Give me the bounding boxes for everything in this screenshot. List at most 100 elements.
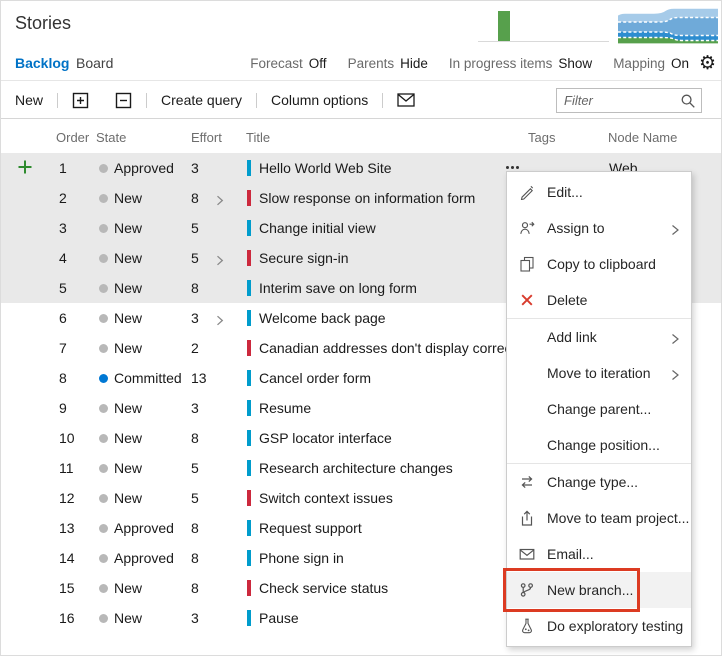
filter-input[interactable] (564, 89, 676, 112)
state-dot (99, 554, 108, 563)
cell-title[interactable]: Slow response on information form (259, 190, 475, 206)
bug-type-bar (247, 190, 251, 206)
cell-state: New (114, 460, 143, 476)
cell-title[interactable]: Request support (259, 520, 362, 536)
cell-title[interactable]: GSP locator interface (259, 430, 392, 446)
cell-state: New (114, 220, 143, 236)
state-dot (99, 584, 108, 593)
toggle-parents[interactable]: Parents Hide (348, 56, 428, 71)
column-header-title[interactable]: Title (246, 130, 270, 145)
cell-state: New (114, 400, 143, 416)
cell-title[interactable]: Interim save on long form (259, 280, 417, 296)
cell-effort: 3 (191, 400, 199, 416)
toggle-in-progress-items[interactable]: In progress items Show (449, 56, 592, 71)
column-header-state[interactable]: State (96, 130, 126, 145)
cell-state: New (114, 610, 143, 626)
expand-chevron-icon[interactable] (216, 193, 224, 209)
menu-item-delete[interactable]: Delete (507, 282, 691, 318)
search-icon[interactable] (680, 93, 696, 114)
column-header-node-name[interactable]: Node Name (608, 130, 677, 145)
cell-title[interactable]: Secure sign-in (259, 250, 349, 266)
toggle-mapping[interactable]: Mapping On (613, 56, 689, 71)
new-button[interactable]: New (15, 92, 43, 108)
cell-title[interactable]: Switch context issues (259, 490, 393, 506)
create-query-button[interactable]: Create query (161, 92, 242, 108)
email-query-icon[interactable] (397, 93, 415, 107)
bug-type-bar (247, 340, 251, 356)
menu-item-add-link[interactable]: Add link (507, 319, 691, 355)
expand-all-icon[interactable] (72, 92, 89, 109)
velocity-chart-thumbnail[interactable] (478, 8, 609, 42)
menu-item-copy-to-clipboard[interactable]: Copy to clipboard (507, 246, 691, 282)
toggle-forecast[interactable]: Forecast Off (250, 56, 326, 71)
menu-item-move-to-iteration[interactable]: Move to iteration (507, 355, 691, 391)
menu-item-email[interactable]: Email... (507, 536, 691, 572)
table-header: Order State Effort Title Tags Node Name (1, 121, 721, 153)
tab-backlog[interactable]: Backlog (15, 55, 69, 71)
cell-title[interactable]: Phone sign in (259, 550, 344, 566)
bug-type-bar (247, 580, 251, 596)
menu-item-assign-to[interactable]: Assign to (507, 210, 691, 246)
cell-order: 7 (59, 340, 67, 356)
state-dot (99, 614, 108, 623)
cell-title[interactable]: Change initial view (259, 220, 376, 236)
cell-effort: 8 (191, 580, 199, 596)
cell-title[interactable]: Pause (259, 610, 299, 626)
add-work-item-button[interactable] (17, 159, 33, 175)
cell-effort: 5 (191, 250, 199, 266)
cell-effort: 8 (191, 520, 199, 536)
cell-order: 4 (59, 250, 67, 266)
column-header-order[interactable]: Order (56, 130, 89, 145)
toolbar-separator (57, 92, 59, 108)
menu-item-do-exploratory-testing[interactable]: Do exploratory testing (507, 608, 691, 644)
menu-item-change-parent[interactable]: Change parent... (507, 391, 691, 427)
cell-title[interactable]: Check service status (259, 580, 388, 596)
cumulative-flow-chart-thumbnail[interactable] (617, 5, 718, 45)
expand-chevron-icon[interactable] (216, 313, 224, 329)
cell-order: 3 (59, 220, 67, 236)
menu-item-new-branch[interactable]: New branch... (507, 572, 691, 608)
cell-state: Committed (114, 370, 182, 386)
cell-order: 13 (59, 520, 75, 536)
column-options-button[interactable]: Column options (271, 92, 368, 108)
menu-item-change-position[interactable]: Change position... (507, 427, 691, 463)
column-header-effort[interactable]: Effort (191, 130, 222, 145)
row-context-menu-button[interactable] (504, 164, 521, 171)
cell-title[interactable]: Hello World Web Site (259, 160, 392, 176)
submenu-chevron-icon (671, 332, 680, 348)
cell-state: New (114, 580, 143, 596)
cell-title[interactable]: Resume (259, 400, 311, 416)
menu-item-label: Edit... (547, 184, 583, 200)
story-type-bar (247, 280, 251, 296)
story-type-bar (247, 220, 251, 236)
expand-chevron-icon[interactable] (216, 253, 224, 269)
bug-type-bar (247, 490, 251, 506)
settings-gear-icon[interactable]: ⚙ (699, 52, 716, 76)
cell-effort: 5 (191, 220, 199, 236)
menu-item-label: Do exploratory testing (547, 618, 684, 634)
menu-item-label: Change parent... (547, 401, 652, 417)
divider (1, 80, 721, 81)
tab-board[interactable]: Board (76, 55, 113, 71)
cell-state: New (114, 430, 143, 446)
branch-icon (519, 582, 535, 598)
toolbar-separator (382, 92, 384, 108)
menu-item-edit[interactable]: Edit... (507, 174, 691, 210)
cell-title[interactable]: Research architecture changes (259, 460, 453, 476)
divider (1, 118, 721, 119)
filter-box (556, 88, 702, 113)
column-header-tags[interactable]: Tags (528, 130, 555, 145)
cell-title[interactable]: Cancel order form (259, 370, 371, 386)
story-type-bar (247, 520, 251, 536)
cell-state: New (114, 310, 143, 326)
menu-item-label: Add link (547, 329, 597, 345)
cell-state: New (114, 280, 143, 296)
cell-title[interactable]: Canadian addresses don't display correct… (259, 340, 526, 356)
cell-title[interactable]: Welcome back page (259, 310, 386, 326)
menu-item-move-to-team-project[interactable]: Move to team project... (507, 500, 691, 536)
collapse-all-icon[interactable] (115, 92, 132, 109)
menu-item-change-type[interactable]: Change type... (507, 464, 691, 500)
cell-order: 5 (59, 280, 67, 296)
state-dot (99, 524, 108, 533)
story-type-bar (247, 370, 251, 386)
